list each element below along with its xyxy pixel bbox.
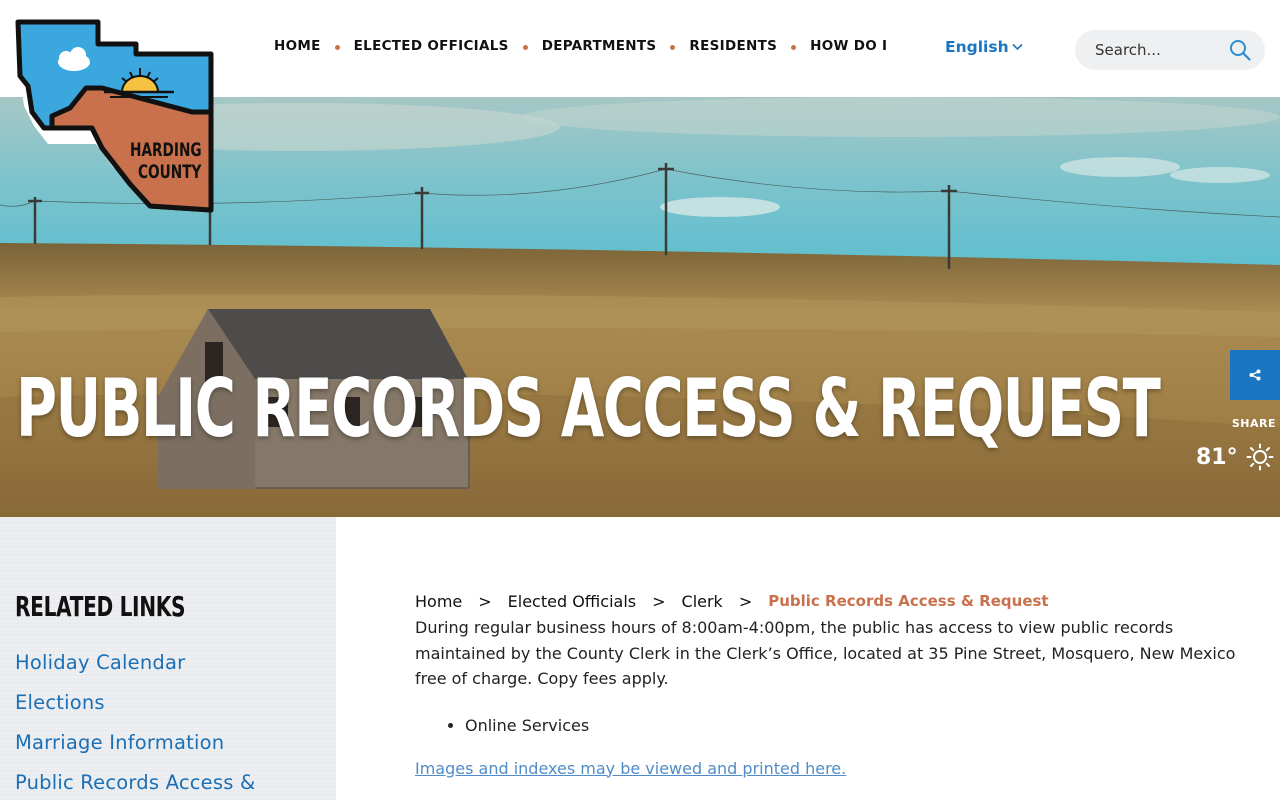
language-label: English [945, 38, 1009, 56]
breadcrumb-home[interactable]: Home [415, 592, 462, 611]
nav-residents[interactable]: RESIDENTS [689, 38, 777, 54]
share-icon [1249, 369, 1261, 381]
breadcrumb-separator: > [652, 591, 666, 611]
chevron-down-icon [1012, 43, 1023, 51]
logo-text-line1: HARDING [130, 139, 202, 161]
sidebar: RELATED LINKS Holiday Calendar Elections… [0, 517, 336, 800]
nav-how-do-i[interactable]: HOW DO I [810, 38, 887, 54]
nav-separator-dot [522, 44, 528, 50]
nav-separator-dot [334, 44, 340, 50]
related-link-holiday-calendar[interactable]: Holiday Calendar [15, 651, 255, 691]
breadcrumb-separator: > [478, 591, 492, 611]
related-links-list: Holiday Calendar Elections Marriage Info… [15, 651, 255, 800]
sidebar-title: RELATED LINKS [15, 590, 186, 623]
breadcrumb: Home > Elected Officials > Clerk > Publi… [415, 591, 1255, 611]
share-label: SHARE [1231, 417, 1276, 430]
nav-elected-officials[interactable]: ELECTED OFFICIALS [354, 38, 509, 54]
records-images-link[interactable]: Images and indexes may be viewed and pri… [415, 759, 846, 778]
nav-home[interactable]: HOME [274, 38, 321, 54]
main-nav: HOME ELECTED OFFICIALS DEPARTMENTS RESID… [274, 38, 887, 54]
share-button[interactable] [1230, 350, 1280, 400]
logo-text-line2: COUNTY [138, 161, 202, 183]
breadcrumb-clerk[interactable]: Clerk [682, 592, 723, 611]
search-box [1075, 30, 1265, 70]
search-icon[interactable] [1229, 39, 1251, 61]
search-input[interactable] [1095, 41, 1225, 59]
language-selector[interactable]: English [945, 38, 1023, 56]
nav-separator-dot [670, 44, 676, 50]
breadcrumb-current: Public Records Access & Request [768, 592, 1049, 610]
harding-county-logo[interactable]: HARDING COUNTY [12, 16, 218, 218]
nav-departments[interactable]: DEPARTMENTS [542, 38, 657, 54]
services-list: Online Services [465, 716, 1255, 736]
breadcrumb-separator: > [738, 591, 753, 611]
page-title: PUBLIC RECORDS ACCESS & REQUEST [16, 362, 1161, 455]
main-content: Home > Elected Officials > Clerk > Publi… [415, 591, 1255, 778]
intro-paragraph: During regular business hours of 8:00am-… [415, 618, 1236, 688]
related-link-public-records[interactable]: Public Records Access & [15, 771, 255, 800]
sun-icon [1246, 443, 1274, 471]
related-link-elections[interactable]: Elections [15, 691, 255, 731]
nav-separator-dot [791, 44, 797, 50]
weather-widget[interactable]: 81° [1196, 443, 1274, 471]
service-item-online-services: Online Services [465, 716, 1255, 736]
related-link-marriage-information[interactable]: Marriage Information [15, 731, 255, 771]
weather-temperature: 81° [1196, 444, 1238, 470]
breadcrumb-elected-officials[interactable]: Elected Officials [508, 592, 636, 611]
